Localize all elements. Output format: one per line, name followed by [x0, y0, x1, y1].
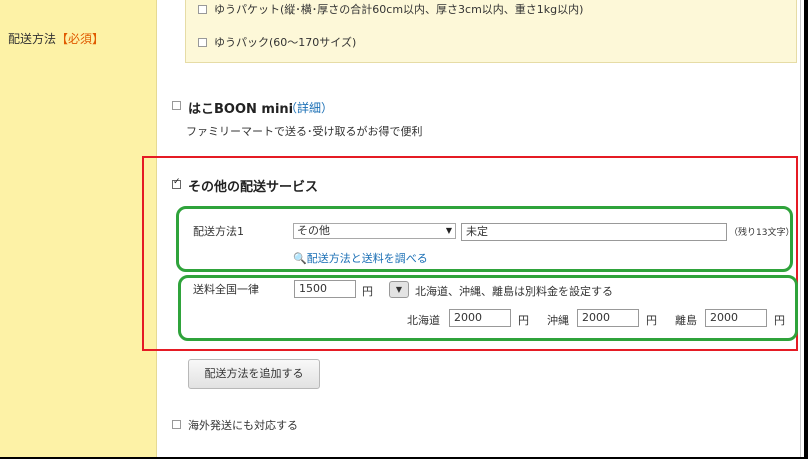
overseas-checkbox[interactable] — [172, 420, 181, 429]
required-badge: 【必須】 — [56, 32, 105, 46]
flat-rate-input[interactable]: 1500 — [294, 280, 356, 298]
other-service-checkbox[interactable] — [172, 177, 181, 189]
remaining-chars: （残り13文字） — [729, 228, 795, 238]
other-service-title: その他の配送サービス — [188, 180, 319, 195]
yupacket-label: ゆうパケット(縦･横･厚さの合計60cm以内、厚さ3cm以内、重さ1kg以内) — [214, 3, 584, 16]
islands-label: 離島 — [675, 314, 697, 327]
hokkaido-label: 北海道 — [407, 314, 440, 327]
hako-boon-description: ファミリーマートで送る･受け取るがお得で便利 — [186, 125, 423, 138]
search-icon: 🔍 — [293, 252, 307, 265]
method-select[interactable]: その他 ▼ — [293, 223, 456, 239]
overseas-label: 海外発送にも対応する — [188, 419, 298, 432]
flat-rate-yen: 円 — [362, 285, 373, 298]
chevron-down-icon: ▼ — [445, 226, 452, 235]
label-column: 配送方法【必須】 — [0, 0, 157, 457]
japan-post-options: ゆうパケット(縦･横･厚さの合計60cm以内、厚さ3cm以内、重さ1kg以内) … — [185, 0, 797, 63]
hako-boon-name: はこBOON mini — [188, 102, 294, 117]
flat-rate-label: 送料全国一律 — [193, 283, 259, 296]
add-method-button[interactable]: 配送方法を追加する — [188, 359, 320, 389]
method-label: 配送方法1 — [193, 225, 244, 238]
yupack-label: ゆうパック(60～170サイズ) — [214, 36, 357, 49]
search-shipping-link[interactable]: 🔍配送方法と送料を調べる — [293, 250, 428, 266]
islands-input[interactable]: 2000 — [705, 309, 767, 327]
okinawa-label: 沖縄 — [547, 314, 569, 327]
hokkaido-input[interactable]: 2000 — [449, 309, 511, 327]
okinawa-input[interactable]: 2000 — [577, 309, 639, 327]
shipping-form: 配送方法【必須】 ゆうパケット(縦･横･厚さの合計60cm以内、厚さ3cm以内、… — [0, 0, 804, 457]
yupack-checkbox[interactable] — [198, 38, 207, 47]
divider — [800, 0, 801, 457]
okinawa-yen: 円 — [646, 314, 657, 327]
islands-yen: 円 — [774, 314, 785, 327]
yupacket-checkbox[interactable] — [198, 5, 207, 14]
hokkaido-yen: 円 — [518, 314, 529, 327]
section-label: 配送方法【必須】 — [8, 32, 105, 46]
hako-boon-checkbox[interactable] — [172, 101, 181, 110]
separate-fee-note: 北海道、沖縄、離島は別料金を設定する — [415, 285, 613, 298]
hako-boon-detail-link[interactable]: （詳細） — [285, 99, 333, 116]
chevron-down-icon[interactable]: ▼ — [389, 281, 409, 298]
method-name-input[interactable]: 未定 — [461, 223, 727, 241]
